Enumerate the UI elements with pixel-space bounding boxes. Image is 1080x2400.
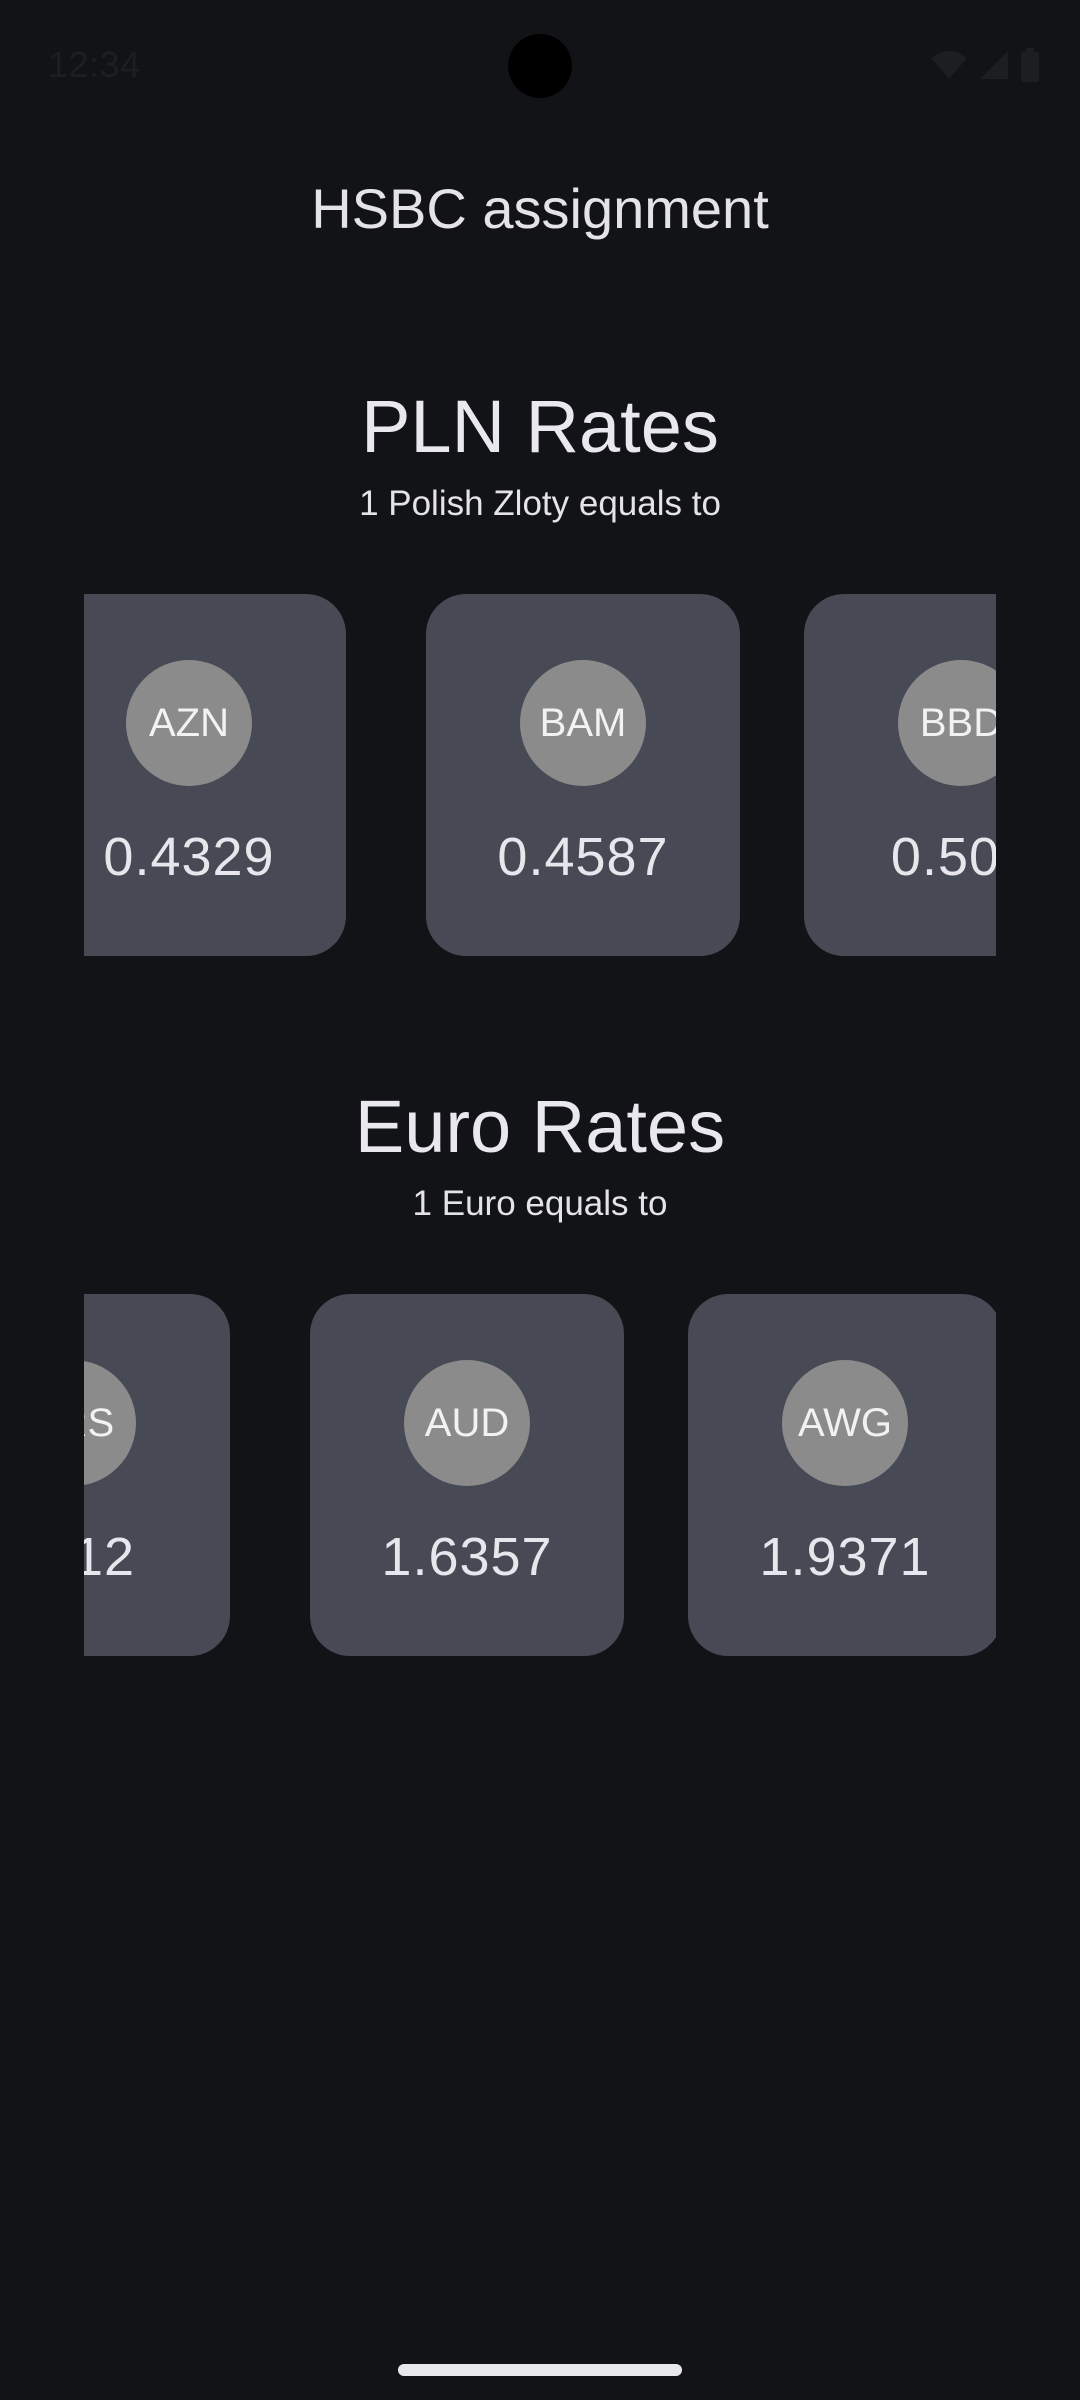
rate-value: 0.4329: [103, 827, 275, 887]
rate-card[interactable]: AWG 1.9371: [688, 1294, 996, 1656]
gesture-navigation-bar[interactable]: [398, 2364, 682, 2376]
app-title: HSBC assignment: [311, 177, 769, 240]
wifi-icon: [930, 50, 968, 80]
status-icons: [930, 48, 1040, 82]
euro-section-subtitle: 1 Euro equals to: [412, 1184, 668, 1223]
rate-card[interactable]: AZN 0.4329: [84, 594, 346, 956]
rate-value: 1.9371: [759, 1527, 931, 1587]
rate-value: 1.6357: [381, 1527, 553, 1587]
rate-value: 0.4587: [497, 827, 669, 887]
status-time: 12:34: [48, 44, 141, 85]
pln-section-title: PLN Rates: [361, 385, 719, 468]
currency-code-badge: BBD: [898, 660, 996, 786]
euro-section-title: Euro Rates: [354, 1085, 726, 1168]
rate-card[interactable]: BAM 0.4587: [426, 594, 740, 956]
pln-rates-carousel[interactable]: AZN 0.4329 BAM 0.4587 BBD 0.507: [84, 594, 996, 956]
battery-icon: [1020, 48, 1040, 82]
camera-cutout: [508, 34, 572, 98]
currency-code-badge: AWG: [782, 1360, 908, 1486]
cell-signal-icon: [978, 49, 1010, 81]
currency-code-badge: BAM: [520, 660, 646, 786]
rate-card[interactable]: BBD 0.507: [804, 594, 996, 956]
app-screen: 12:34 HSBC assignment PLN Rates 1 Polish…: [0, 0, 1080, 2400]
rate-card[interactable]: ARS 7912: [84, 1294, 230, 1656]
rate-card[interactable]: AUD 1.6357: [310, 1294, 624, 1656]
currency-code-badge: AUD: [404, 1360, 530, 1486]
currency-code-badge: AZN: [126, 660, 252, 786]
rate-value: 0.507: [890, 827, 996, 887]
rate-value: 7912: [84, 1527, 136, 1587]
currency-code-badge: ARS: [84, 1360, 136, 1486]
pln-section-subtitle: 1 Polish Zloty equals to: [359, 484, 721, 523]
euro-rates-carousel[interactable]: ARS 7912 AUD 1.6357 AWG 1.9371: [84, 1294, 996, 1656]
status-bar: 12:34: [0, 0, 1080, 132]
